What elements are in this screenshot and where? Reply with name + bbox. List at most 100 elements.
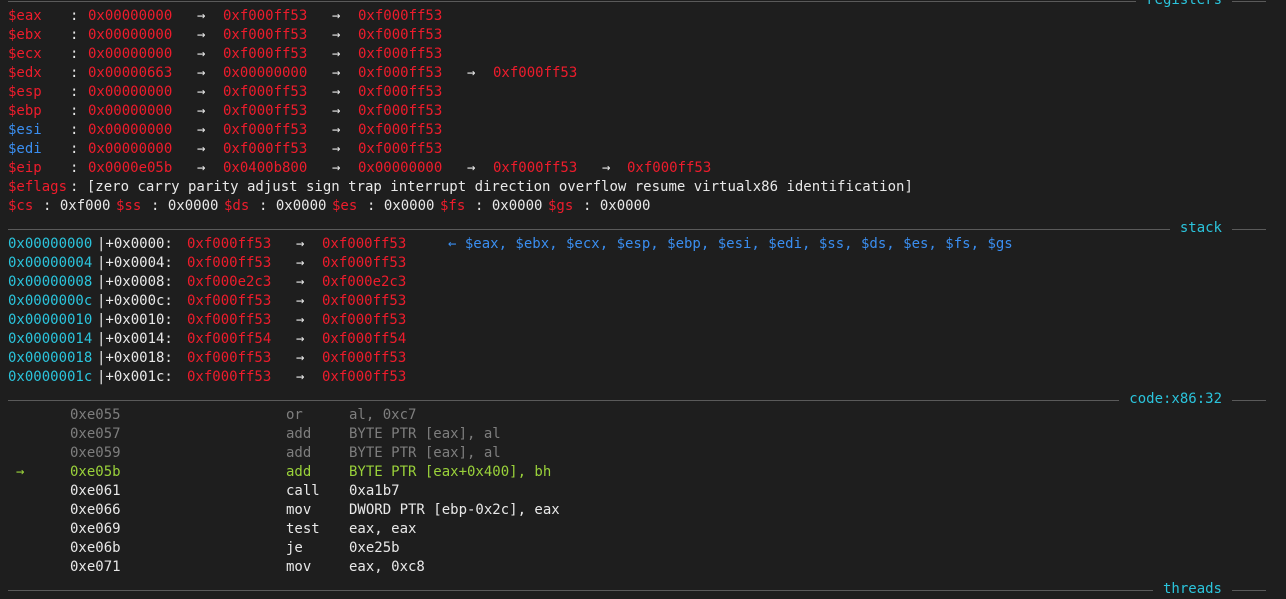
stack-deref-value: 0xf000ff53 <box>322 312 407 328</box>
stack-address: 0x00000000 <box>8 236 93 252</box>
deref-arrow: → <box>332 27 341 43</box>
stack-row: 0x00000004 |+0x0004: 0xf000ff53 → 0xf000ff53 <box>0 254 1286 273</box>
instruction-address: 0xe069 <box>70 521 121 537</box>
register-value: 0xf000ff53 <box>223 84 308 100</box>
instruction-operands: DWORD PTR [ebp-0x2c], eax <box>349 502 560 518</box>
stack-register-note: ← $eax, $ebx, $ecx, $esp, $ebp, $esi, $e… <box>448 236 1013 252</box>
deref-arrow: → <box>296 274 305 290</box>
deref-arrow: → <box>332 122 341 138</box>
stack-deref-value: 0xf000e2c3 <box>322 274 407 290</box>
stack-offset: |+0x0014: <box>97 331 173 347</box>
stack-deref-value: 0xf000ff53 <box>322 369 407 385</box>
stack-address: 0x0000001c <box>8 369 93 385</box>
stack-value: 0xf000ff53 <box>187 369 272 385</box>
instruction-address: 0xe061 <box>70 483 121 499</box>
register-name: $eip <box>8 160 42 176</box>
register-value: 0x00000663 <box>88 65 173 81</box>
instruction-mnemonic: mov <box>286 559 312 575</box>
code-row: 0xe055 or al, 0xc7 <box>0 406 1286 425</box>
register-row-ebx: $ebx:0x00000000 → 0xf000ff53 → 0xf000ff53 <box>0 26 1286 45</box>
stack-row: 0x00000018 |+0x0018: 0xf000ff53 → 0xf000ff53 <box>0 349 1286 368</box>
stack-offset: |+0x0010: <box>97 312 173 328</box>
code-row: 0xe066 mov DWORD PTR [ebp-0x2c], eax <box>0 501 1286 520</box>
stack-value: 0xf000ff53 <box>187 312 272 328</box>
code-row: 0xe057 add BYTE PTR [eax], al <box>0 425 1286 444</box>
code-row: → 0xe05b add BYTE PTR [eax+0x400], bh <box>0 463 1286 482</box>
deref-arrow: → <box>197 46 206 62</box>
stack-value: 0xf000ff53 <box>187 236 272 252</box>
register-value: 0x00000000 <box>88 46 173 62</box>
deref-arrow: → <box>197 122 206 138</box>
register-value: 0xf000ff53 <box>223 46 308 62</box>
stack-deref-value: 0xf000ff53 <box>322 350 407 366</box>
stack-separator <box>8 229 1266 230</box>
register-row-ecx: $ecx:0x00000000 → 0xf000ff53 → 0xf000ff53 <box>0 45 1286 64</box>
deref-arrow: → <box>197 84 206 100</box>
register-value: 0xf000ff53 <box>358 122 443 138</box>
deref-arrow: → <box>332 160 341 176</box>
instruction-address: 0xe05b <box>70 464 121 480</box>
register-colon: : <box>70 141 79 157</box>
stack-address: 0x0000000c <box>8 293 93 309</box>
register-colon: : <box>70 8 79 24</box>
register-value: 0xf000ff53 <box>358 65 443 81</box>
register-value: 0x0000e05b <box>88 160 173 176</box>
register-colon: : <box>70 46 79 62</box>
register-name: $edi <box>8 141 42 157</box>
stack-deref-value: 0xf000ff53 <box>322 293 407 309</box>
register-name: $edx <box>8 65 42 81</box>
segment-value: : 0x0000 <box>475 198 543 214</box>
deref-arrow: → <box>602 160 611 176</box>
register-value: 0xf000ff53 <box>223 122 308 138</box>
instruction-mnemonic: add <box>286 426 312 442</box>
code-row: 0xe069 test eax, eax <box>0 520 1286 539</box>
instruction-operands: 0xa1b7 <box>349 483 400 499</box>
deref-arrow: → <box>332 84 341 100</box>
deref-arrow: → <box>197 27 206 43</box>
register-value: 0xf000ff53 <box>358 27 443 43</box>
stack-value: 0xf000ff53 <box>187 350 272 366</box>
deref-arrow: → <box>197 141 206 157</box>
register-value: 0x00000000 <box>223 65 308 81</box>
deref-arrow: → <box>332 141 341 157</box>
register-row-ebp: $ebp:0x00000000 → 0xf000ff53 → 0xf000ff53 <box>0 102 1286 121</box>
instruction-address: 0xe055 <box>70 407 121 423</box>
segment-value: : 0x0000 <box>583 198 651 214</box>
segment-name: $ss <box>116 198 142 214</box>
instruction-mnemonic: test <box>286 521 320 537</box>
deref-arrow: → <box>197 160 206 176</box>
stack-value: 0xf000ff53 <box>187 293 272 309</box>
threads-section-title[interactable]: threads <box>1152 580 1232 599</box>
register-colon: : <box>70 103 79 119</box>
stack-offset: |+0x000c: <box>97 293 173 309</box>
register-value: 0xf000ff53 <box>627 160 712 176</box>
eflags-label: $eflags <box>8 179 68 195</box>
stack-value: 0xf000ff54 <box>187 331 272 347</box>
stack-offset: |+0x001c: <box>97 369 173 385</box>
register-value: 0x00000000 <box>88 103 173 119</box>
deref-arrow: → <box>332 65 341 81</box>
register-row-eax: $eax:0x00000000 → 0xf000ff53 → 0xf000ff53 <box>0 7 1286 26</box>
eflags-value: : [zero carry parity adjust sign trap in… <box>70 179 913 195</box>
register-value: 0xf000ff53 <box>223 103 308 119</box>
stack-address: 0x00000018 <box>8 350 93 366</box>
instruction-operands: BYTE PTR [eax], al <box>349 445 501 461</box>
register-name: $esp <box>8 84 42 100</box>
instruction-mnemonic: je <box>286 540 303 556</box>
register-value: 0xf000ff53 <box>493 65 578 81</box>
instruction-operands: BYTE PTR [eax+0x400], bh <box>349 464 552 480</box>
segment-name: $ds <box>224 198 250 214</box>
deref-arrow: → <box>296 236 305 252</box>
instruction-address: 0xe06b <box>70 540 121 556</box>
register-value: 0xf000ff53 <box>223 8 308 24</box>
segment-name: $cs <box>8 198 34 214</box>
segment-name: $es <box>332 198 358 214</box>
register-colon: : <box>70 160 79 176</box>
instruction-mnemonic: call <box>286 483 320 499</box>
segment-name: $gs <box>548 198 574 214</box>
deref-arrow: → <box>296 331 305 347</box>
segment-value: : 0xf000 <box>43 198 111 214</box>
code-row: 0xe06b je 0xe25b <box>0 539 1286 558</box>
instruction-address: 0xe071 <box>70 559 121 575</box>
instruction-mnemonic: mov <box>286 502 312 518</box>
